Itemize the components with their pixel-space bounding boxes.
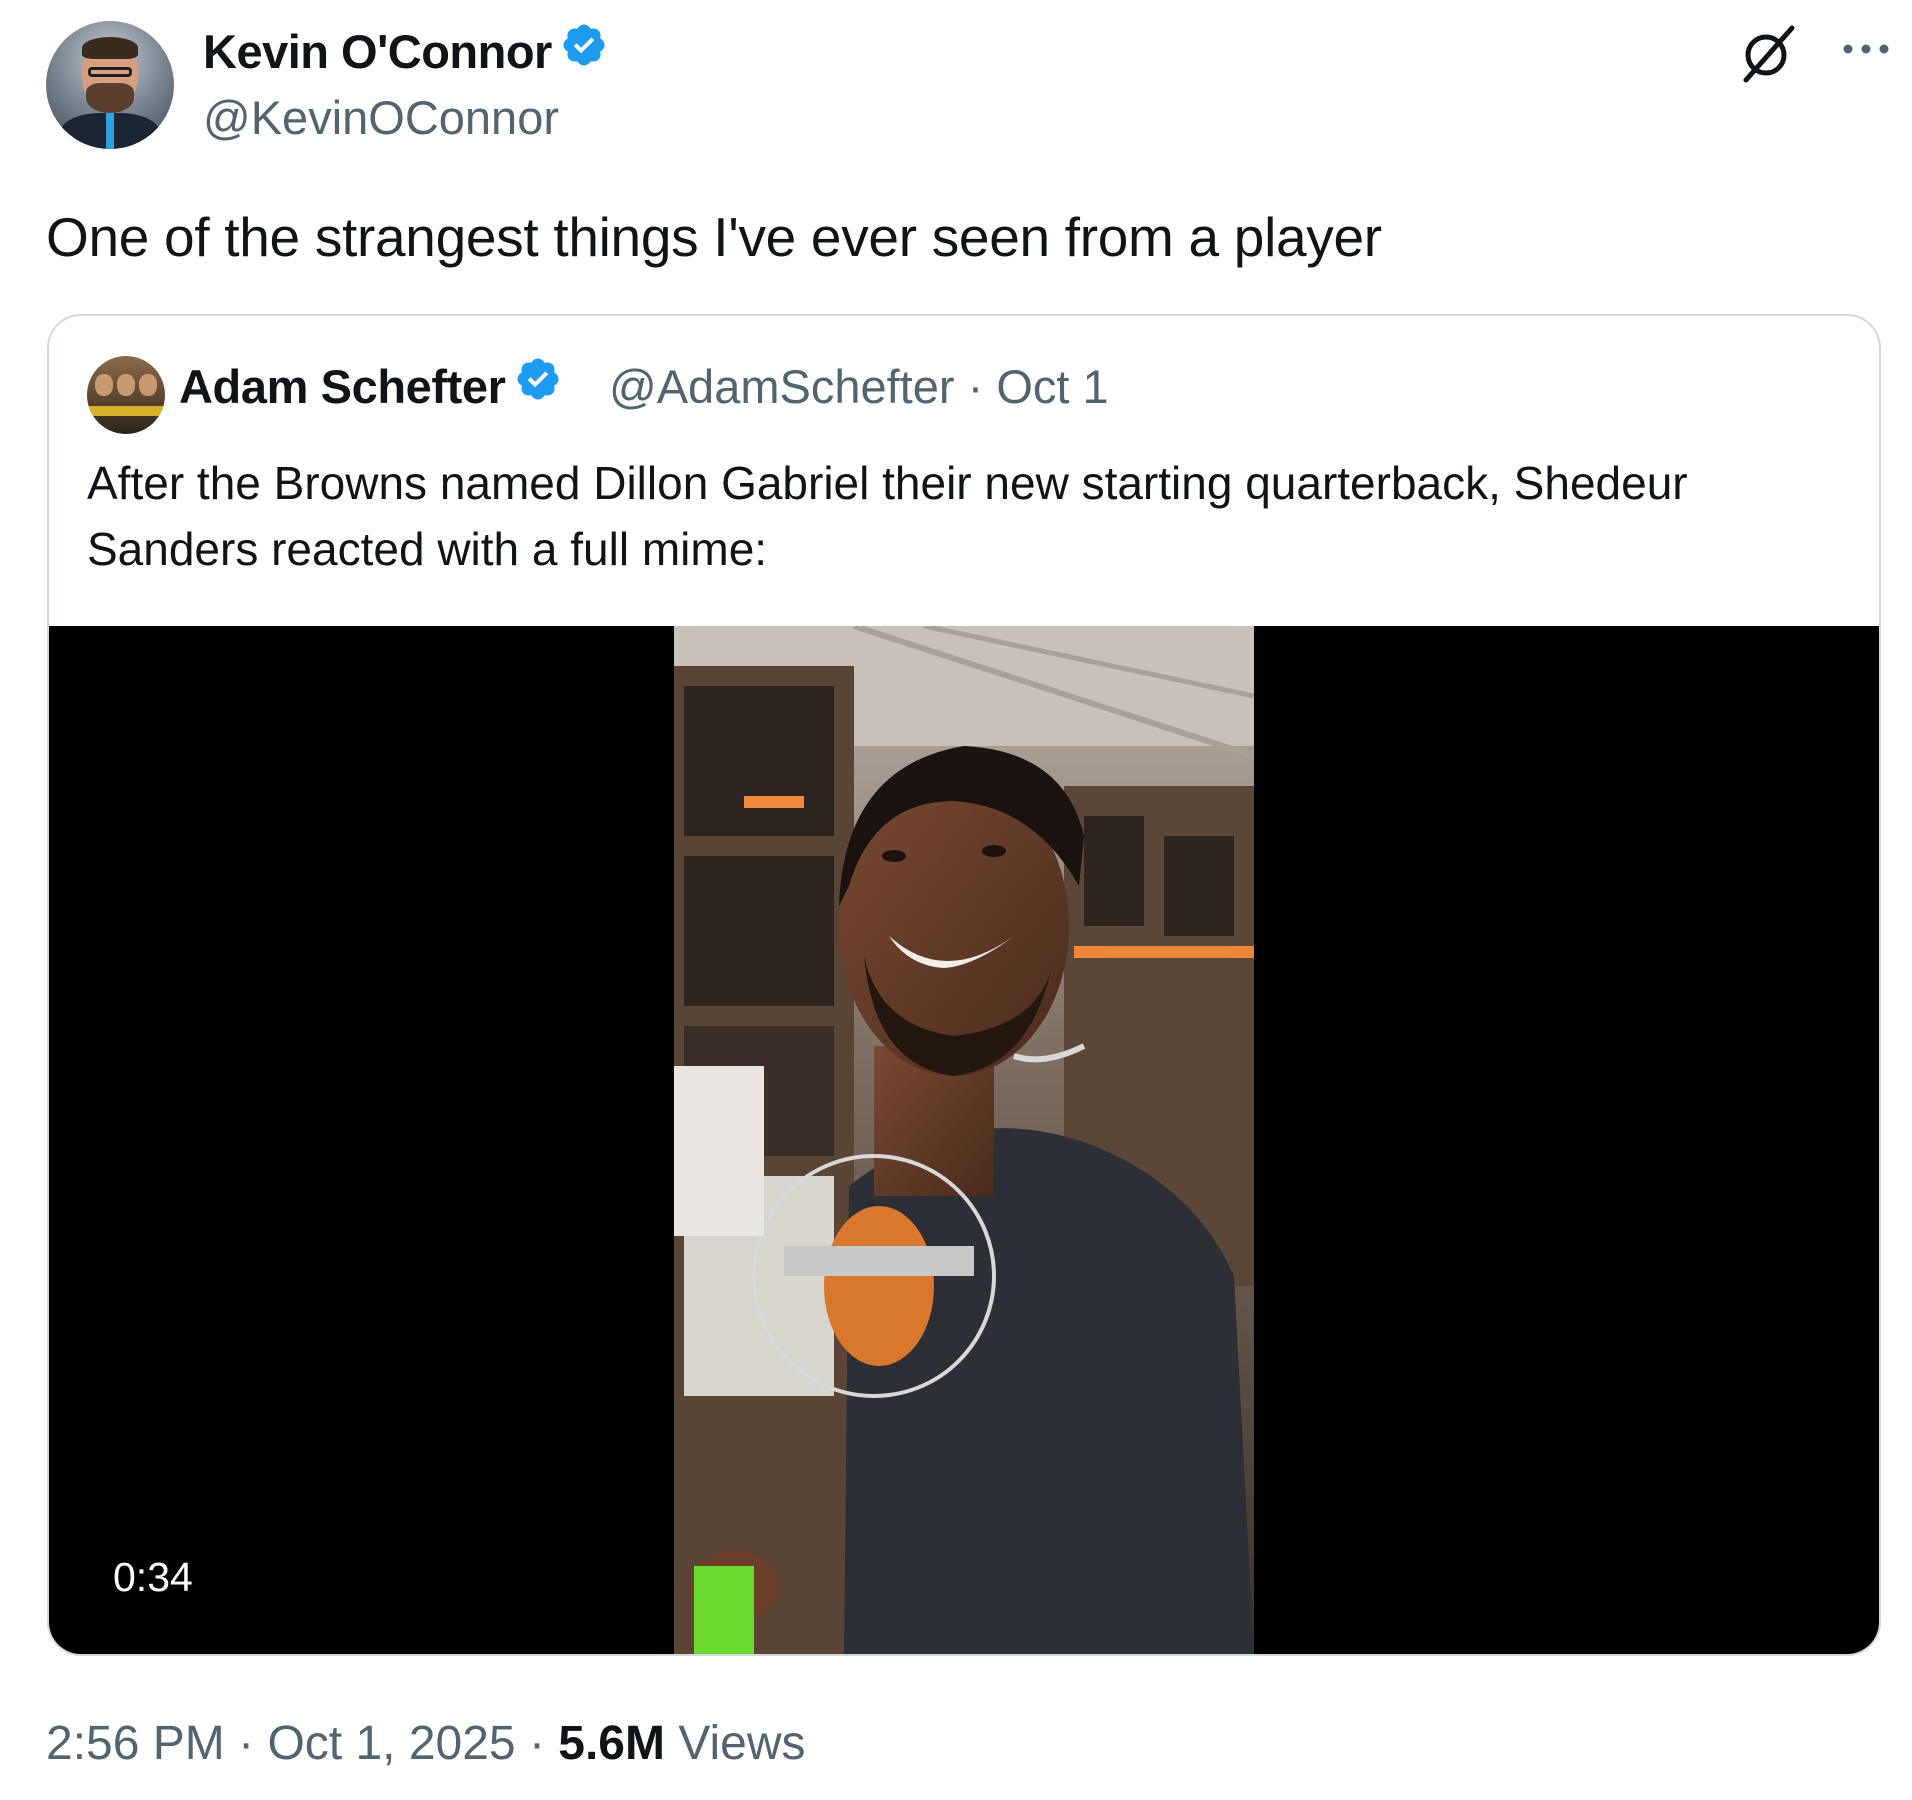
avatar-hair <box>82 37 138 59</box>
more-icon[interactable] <box>1836 34 1896 64</box>
quote-meta: @AdamSchefter · Oct 1 <box>609 356 1109 418</box>
avatar-glasses <box>88 67 132 77</box>
tweet-time[interactable]: 2:56 PM <box>46 1717 225 1770</box>
author-handle[interactable]: @KevinOConnor <box>203 88 559 148</box>
video-thumbnail <box>674 626 1254 1654</box>
quote-author-name[interactable]: Adam Schefter <box>179 360 506 413</box>
grok-icon[interactable] <box>1738 24 1798 84</box>
quoted-tweet-card[interactable]: Adam Schefter @AdamSchefter · Oct 1 Afte… <box>47 314 1881 1656</box>
verified-badge-icon <box>560 21 608 83</box>
avatar-lanyard <box>106 113 114 149</box>
avatar-beard <box>86 83 134 113</box>
tweet-footer: 2:56 PM · Oct 1, 2025 · 5.6M Views <box>46 1712 806 1776</box>
views-label: Views <box>678 1717 806 1770</box>
quote-text: After the Browns named Dillon Gabriel th… <box>87 457 1688 575</box>
tweet-date[interactable]: Oct 1, 2025 <box>267 1717 515 1770</box>
quote-author-handle[interactable]: @AdamSchefter <box>609 360 955 413</box>
avatar-person <box>117 374 135 396</box>
quote-date[interactable]: Oct 1 <box>996 360 1108 413</box>
avatar-person <box>139 374 157 396</box>
verified-badge-icon <box>514 355 562 418</box>
footer-separator: · <box>528 1717 545 1770</box>
footer-separator: · <box>238 1717 255 1770</box>
quote-author-avatar[interactable] <box>87 356 165 434</box>
avatar-person <box>95 374 113 396</box>
avatar-banner <box>87 406 165 416</box>
video-duration: 0:34 <box>113 1554 193 1600</box>
author-name-row[interactable]: Kevin O'Connor <box>203 22 608 87</box>
quote-author-name-row[interactable]: Adam Schefter <box>179 356 562 422</box>
views-count: 5.6M <box>558 1717 665 1770</box>
tweet-text: One of the strangest things I've ever se… <box>46 206 1382 268</box>
meta-separator: · <box>967 360 984 413</box>
author-name[interactable]: Kevin O'Connor <box>203 25 552 78</box>
video-player[interactable]: 0:34 <box>49 626 1879 1654</box>
author-avatar[interactable] <box>46 21 174 149</box>
